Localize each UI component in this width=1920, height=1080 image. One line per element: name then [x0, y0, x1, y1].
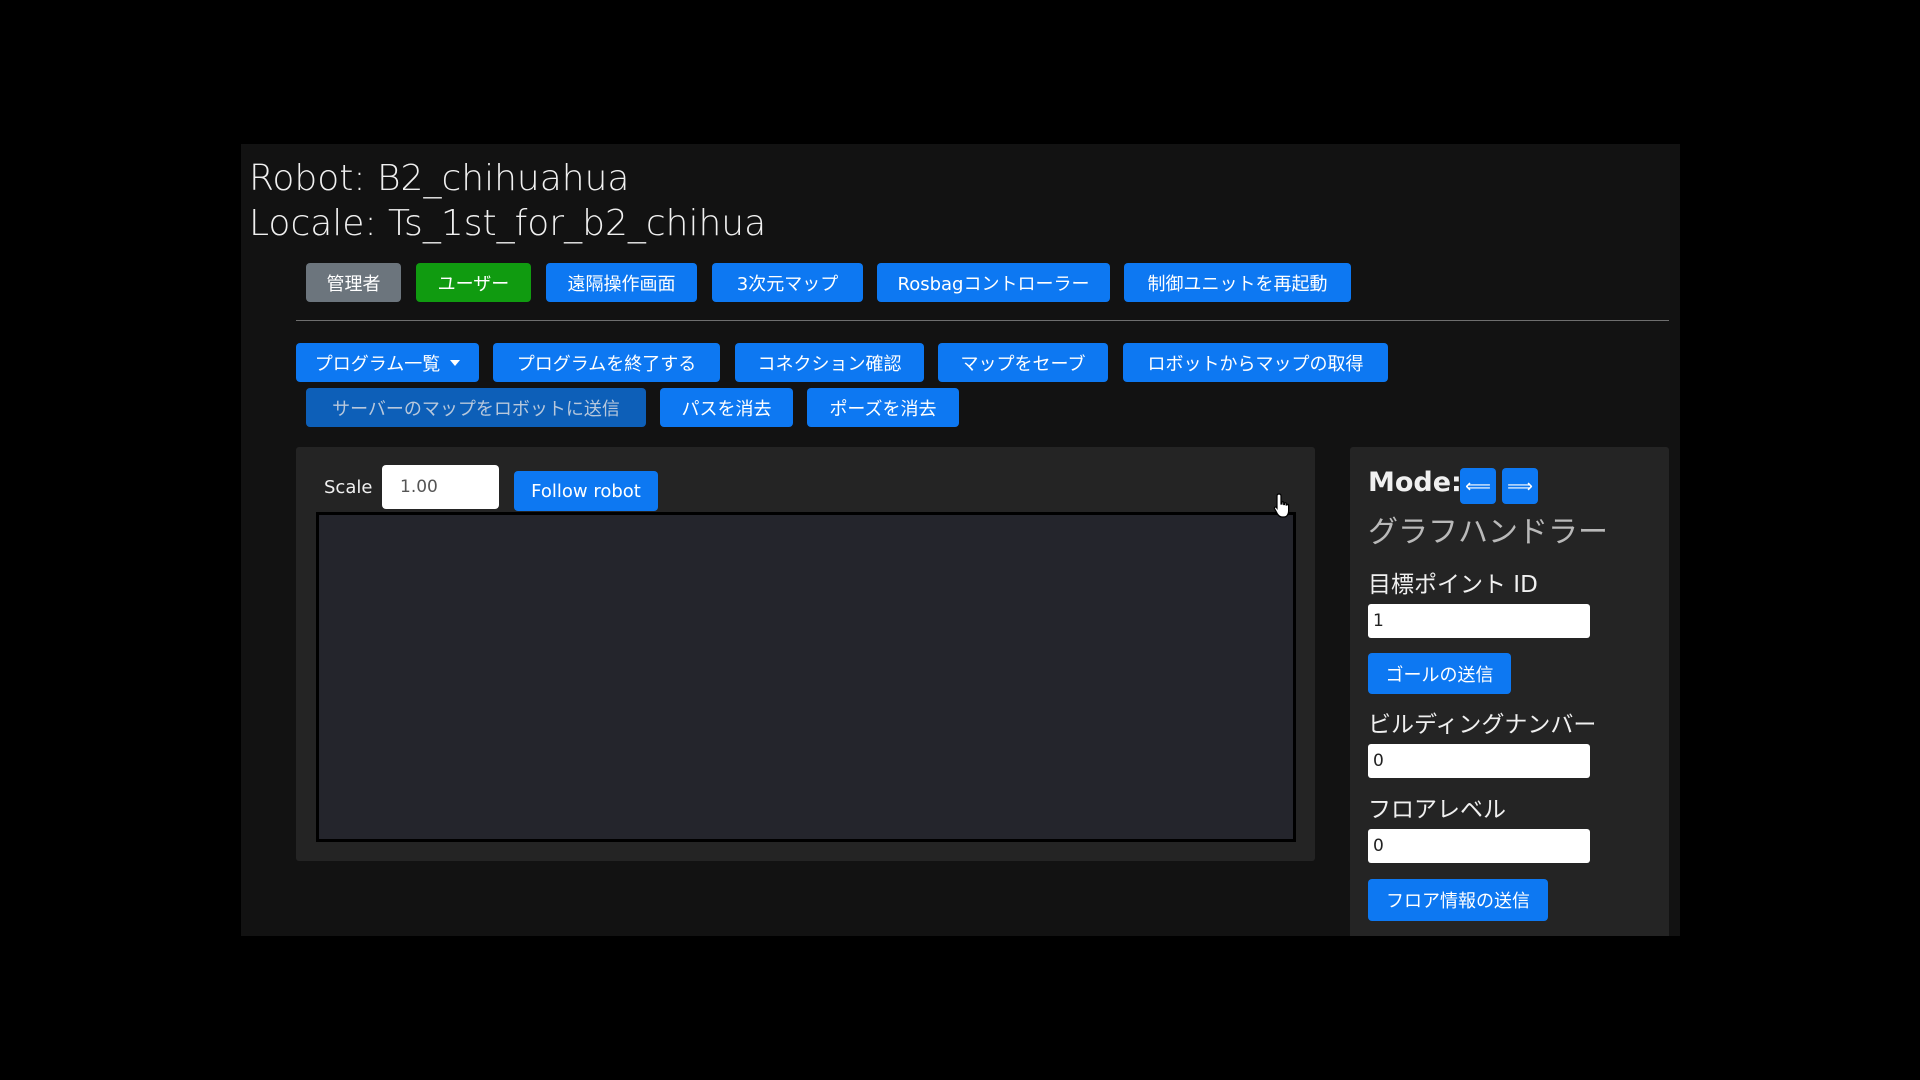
- admin-button[interactable]: 管理者: [306, 263, 401, 302]
- end-program-button[interactable]: プログラムを終了する: [493, 343, 720, 382]
- building-number-label: ビルディングナンバー: [1368, 712, 1597, 738]
- clear-path-button[interactable]: パスを消去: [660, 388, 793, 427]
- mouse-cursor-icon: [1273, 493, 1290, 518]
- send-server-map-button[interactable]: サーバーのマップをロボットに送信: [306, 388, 646, 427]
- arrow-left-icon: ⟸: [1465, 475, 1491, 497]
- handler-title: グラフハンドラー: [1368, 515, 1608, 550]
- graph-handler-panel: Mode: ⟸ ⟹ グラフハンドラー 目標ポイント ID ゴールの送信 ビルディ…: [1350, 447, 1669, 936]
- arrow-right-icon: ⟹: [1507, 475, 1533, 497]
- floor-level-label: フロアレベル: [1368, 797, 1506, 823]
- restart-control-unit-button[interactable]: 制御ユニットを再起動: [1124, 263, 1351, 302]
- send-goal-button[interactable]: ゴールの送信: [1368, 653, 1511, 694]
- locale-name: Locale: Ts_1st_for_b2_chihua: [249, 203, 767, 244]
- get-map-from-robot-button[interactable]: ロボットからマップの取得: [1123, 343, 1388, 382]
- mode-prev-button[interactable]: ⟸: [1460, 468, 1496, 504]
- header: Robot: B2_chihuahua Locale: Ts_1st_for_b…: [249, 156, 766, 246]
- map-canvas[interactable]: [316, 512, 1296, 842]
- scale-input[interactable]: [382, 465, 499, 509]
- goal-point-id-input[interactable]: [1368, 604, 1590, 638]
- caret-down-icon: [450, 359, 461, 366]
- mode-next-button[interactable]: ⟹: [1502, 468, 1538, 504]
- send-floor-info-button[interactable]: フロア情報の送信: [1368, 879, 1548, 921]
- map-panel: Scale Follow robot: [296, 447, 1315, 861]
- mode-label: Mode:: [1368, 467, 1462, 498]
- check-connection-button[interactable]: コネクション確認: [735, 343, 924, 382]
- scale-label: Scale: [324, 477, 373, 498]
- floor-level-input[interactable]: [1368, 829, 1590, 863]
- clear-pose-button[interactable]: ポーズを消去: [807, 388, 959, 427]
- program-list-label: プログラム一覧: [314, 353, 441, 375]
- save-map-button[interactable]: マップをセーブ: [938, 343, 1108, 382]
- goal-point-id-label: 目標ポイント ID: [1368, 572, 1538, 598]
- follow-robot-button[interactable]: Follow robot: [514, 471, 658, 511]
- user-button[interactable]: ユーザー: [416, 263, 531, 302]
- robot-control-app: Robot: B2_chihuahua Locale: Ts_1st_for_b…: [241, 144, 1680, 936]
- teleop-button[interactable]: 遠隔操作画面: [546, 263, 697, 302]
- nav-divider: [296, 320, 1669, 321]
- rosbag-controller-button[interactable]: Rosbagコントローラー: [877, 263, 1110, 302]
- map-3d-button[interactable]: 3次元マップ: [712, 263, 863, 302]
- program-list-dropdown[interactable]: プログラム一覧: [296, 343, 479, 382]
- robot-name: Robot: B2_chihuahua: [249, 158, 630, 199]
- building-number-input[interactable]: [1368, 744, 1590, 778]
